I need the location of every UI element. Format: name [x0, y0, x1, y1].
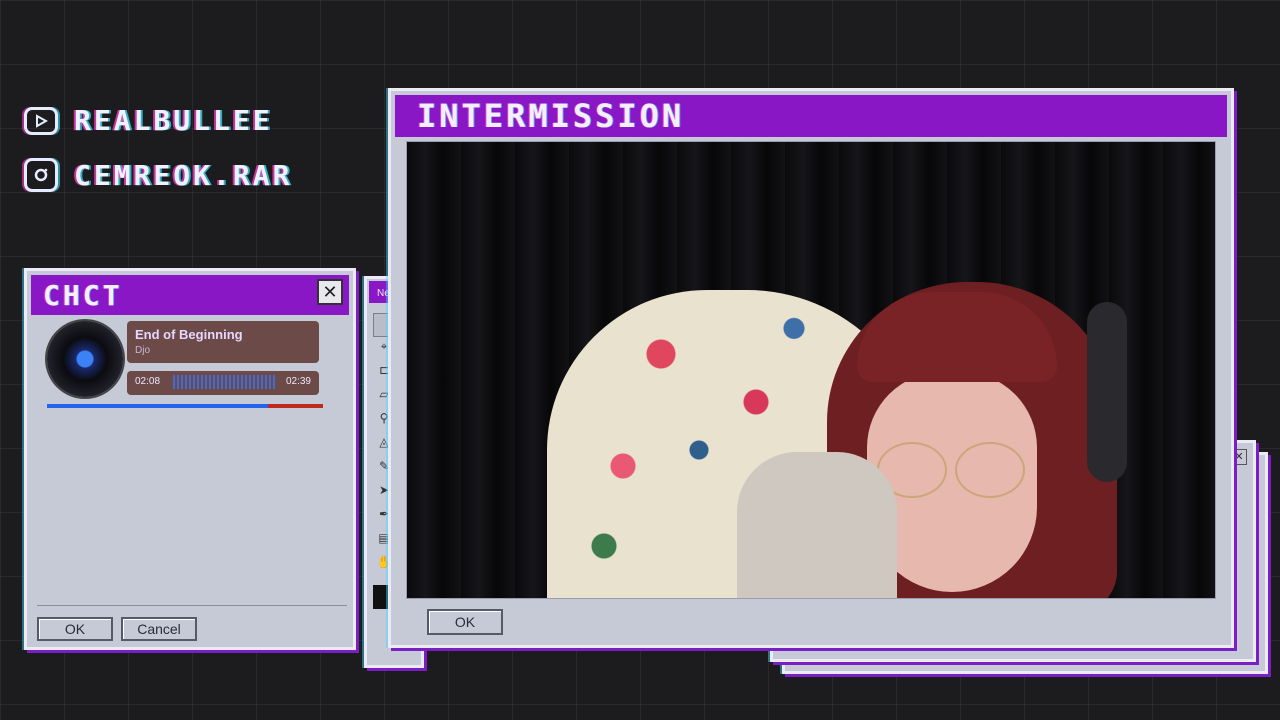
instagram-handle: CEMREOK.RAR [24, 158, 292, 192]
elapsed-time: 02:08 [135, 376, 161, 387]
headphones [1087, 302, 1127, 482]
ok-button[interactable]: OK [427, 609, 503, 635]
progress-fill [47, 404, 268, 408]
chat-ok-button[interactable]: OK [37, 617, 113, 641]
webcam-feed [406, 141, 1216, 599]
window-title: INTERMISSION [417, 97, 685, 135]
track-artist: Djo [135, 345, 151, 356]
track-info-panel: End of Beginning Djo [127, 321, 319, 363]
chat-titlebar: CHCT [31, 275, 349, 315]
chat-window-title: CHCT [43, 278, 123, 312]
waveform [173, 375, 277, 389]
intermission-window: INTERMISSION OK [388, 88, 1234, 648]
instagram-icon [24, 158, 58, 192]
track-title: End of Beginning [135, 327, 243, 342]
youtube-handle: REALBULLEE [24, 104, 273, 137]
youtube-icon [24, 106, 58, 135]
person-shoulder [737, 452, 897, 598]
chat-cancel-button[interactable]: Cancel [121, 617, 197, 641]
album-art [47, 321, 123, 397]
playback-panel: 02:08 02:39 [127, 371, 319, 395]
progress-track[interactable] [47, 404, 323, 408]
youtube-handle-text: REALBULLEE [74, 104, 273, 137]
glasses-right [955, 442, 1025, 498]
instagram-handle-text: CEMREOK.RAR [74, 158, 293, 192]
intermission-titlebar: INTERMISSION [395, 95, 1227, 137]
divider [37, 605, 347, 606]
chat-window: CHCT ✕ End of Beginning Djo 02:08 02:39 … [24, 268, 356, 650]
duration-time: 02:39 [285, 376, 311, 387]
close-icon[interactable]: ✕ [317, 279, 343, 305]
